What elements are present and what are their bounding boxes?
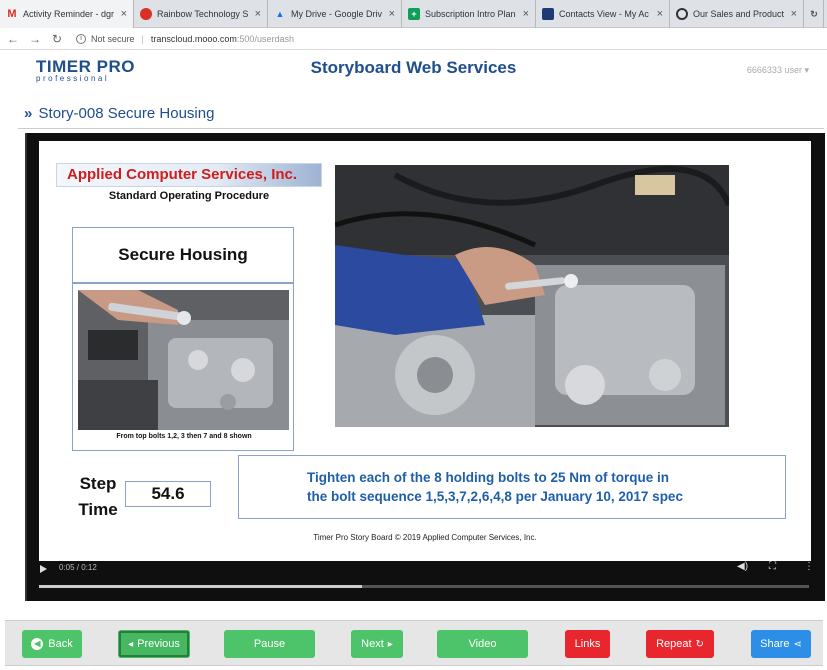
company-banner: Applied Computer Services, Inc. (56, 163, 322, 187)
story-title: Story-008 Secure Housing (38, 105, 215, 122)
url-path: :500/userdash (236, 33, 294, 44)
tab-label: Rainbow Technology S (157, 9, 249, 19)
navigation-button-bar: ◀ Back ◂ Previous Pause Next ▸ Video Lin… (5, 620, 823, 666)
repeat-button[interactable]: Repeat ↻ (646, 630, 714, 658)
share-button[interactable]: Share ⋖ (751, 630, 811, 658)
drive-icon: ▲ (275, 9, 285, 19)
close-icon[interactable]: × (791, 8, 797, 20)
instruction-box: Tighten each of the 8 holding bolts to 2… (238, 455, 786, 519)
wrench-detail-photo (78, 290, 289, 430)
close-icon[interactable]: × (523, 8, 529, 20)
tab-label: Activity Reminder - dgr (23, 9, 115, 19)
browser-tab-loading[interactable]: ↻ (804, 0, 824, 28)
browser-tab-drive[interactable]: ▲ My Drive - Google Driv × (268, 0, 402, 28)
fullscreen-icon[interactable]: ⛶ (769, 561, 776, 572)
browser-tab-rainbow[interactable]: Rainbow Technology S × (134, 0, 268, 28)
breadcrumb: » Story-008 Secure Housing (24, 105, 214, 122)
instruction-line-1: Tighten each of the 8 holding bolts to 2… (307, 470, 670, 485)
refresh-icon: ↻ (695, 638, 704, 650)
step-title: Secure Housing (72, 227, 294, 283)
tab-label: Contacts View - My Ac (559, 9, 649, 19)
tab-label: Our Sales and Product (693, 9, 785, 19)
user-name: 6666333 user (746, 65, 802, 75)
forward-arrow-icon[interactable]: → (26, 32, 44, 46)
caret-left-icon: ◂ (128, 638, 134, 650)
double-chevron-icon: » (24, 105, 33, 122)
slide-footer: Timer Pro Story Board © 2019 Applied Com… (313, 533, 537, 542)
browser-tab-sales[interactable]: Our Sales and Product × (670, 0, 804, 28)
contacts-icon (542, 8, 554, 20)
next-button[interactable]: Next ▸ (351, 630, 403, 658)
reload-icon[interactable]: ↻ (48, 32, 66, 46)
video-button[interactable]: Video (437, 630, 528, 658)
tab-label: My Drive - Google Driv (291, 9, 383, 19)
circle-icon (676, 8, 688, 20)
browser-tab-contacts[interactable]: Contacts View - My Ac × (536, 0, 670, 28)
close-icon[interactable]: × (255, 8, 261, 20)
video-controls: 0:05 / 0:12 ◀) ⛶ ⋮ (27, 561, 827, 601)
rainbow-icon (140, 8, 152, 20)
instruction-line-2: the bolt sequence 1,5,3,7,2,6,4,8 per Ja… (307, 489, 683, 504)
browser-tab-subscription[interactable]: + Subscription Intro Plan × (402, 0, 536, 28)
browser-tab-bar: M Activity Reminder - dgr × Rainbow Tech… (0, 0, 827, 28)
tab-label: Subscription Intro Plan (425, 9, 516, 19)
detail-photo-frame: From top bolts 1,2, 3 then 7 and 8 shown (72, 283, 294, 451)
back-button[interactable]: ◀ Back (22, 630, 82, 658)
pause-label: Pause (253, 638, 286, 650)
security-label: Not secure (91, 33, 135, 44)
engine-main-photo (335, 165, 729, 427)
repeat-label: Repeat (656, 638, 692, 650)
app-header: TIMER PRO professional Storyboard Web Se… (0, 51, 827, 91)
back-arrow-icon[interactable]: ← (4, 32, 22, 46)
step-time-value: 54.6 (125, 481, 211, 507)
pause-button[interactable]: Pause (224, 630, 315, 658)
share-icon: ⋖ (793, 638, 802, 650)
previous-label: Previous (137, 638, 180, 650)
video-label: Video (468, 638, 497, 650)
sheets-icon: + (408, 8, 420, 20)
url-separator: | (141, 33, 144, 44)
url-text: transcloud.mooo.com:500/userdash (151, 34, 294, 44)
gmail-icon: M (7, 8, 17, 20)
links-button[interactable]: Links (565, 630, 610, 658)
step-time-label: Step Time (73, 471, 123, 523)
user-menu[interactable]: 6666333 user ▾ (747, 65, 809, 76)
storyboard-slide: Applied Computer Services, Inc. Standard… (39, 141, 811, 561)
address-bar: ← → ↻ i Not secure | transcloud.mooo.com… (0, 28, 827, 50)
url-host: transcloud.mooo.com (150, 33, 237, 44)
timecode: 0:05 / 0:12 (59, 563, 97, 572)
links-label: Links (574, 638, 601, 650)
video-progress-fill (39, 585, 363, 588)
info-icon[interactable]: i (76, 33, 86, 44)
video-player[interactable]: Applied Computer Services, Inc. Standard… (25, 133, 825, 601)
caret-down-icon: ▾ (804, 65, 809, 75)
close-icon[interactable]: × (121, 8, 127, 20)
next-label: Next (361, 638, 384, 650)
close-icon[interactable]: × (389, 8, 395, 20)
previous-button[interactable]: ◂ Previous (118, 630, 190, 658)
more-vertical-icon[interactable]: ⋮ (804, 561, 814, 572)
sop-heading: Standard Operating Procedure (108, 190, 270, 202)
caret-right-icon: ▸ (387, 638, 393, 650)
back-label: Back (48, 638, 73, 650)
reload-icon: ↻ (810, 8, 818, 19)
url-field[interactable]: i Not secure | transcloud.mooo.com:500/u… (76, 33, 294, 44)
arrow-left-circle-icon: ◀ (31, 638, 44, 650)
divider (18, 128, 824, 129)
time-label: Time (78, 500, 118, 519)
step-label: Step (79, 474, 117, 493)
video-progress-bar[interactable] (39, 585, 809, 588)
close-icon[interactable]: × (657, 8, 663, 20)
photo-caption: From top bolts 1,2, 3 then 7 and 8 shown (116, 433, 252, 440)
volume-icon[interactable]: ◀) (737, 561, 748, 572)
browser-tab-activity-reminder[interactable]: M Activity Reminder - dgr × (0, 0, 134, 28)
page-title: Storyboard Web Services (310, 58, 517, 77)
share-label: Share (760, 638, 790, 650)
play-icon[interactable] (40, 565, 47, 573)
